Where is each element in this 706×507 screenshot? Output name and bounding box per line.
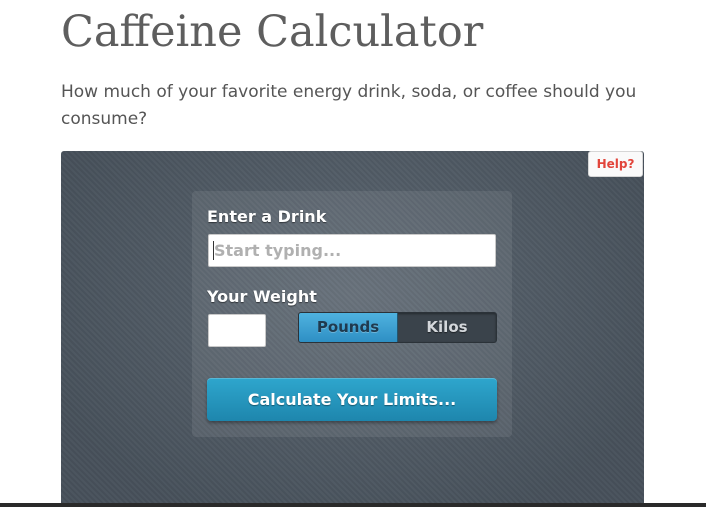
weight-input[interactable] bbox=[208, 314, 266, 347]
unit-option-pounds[interactable]: Pounds bbox=[299, 313, 398, 342]
page-title: Caffeine Calculator bbox=[61, 7, 484, 57]
calculate-button[interactable]: Calculate Your Limits... bbox=[207, 378, 497, 421]
drink-label: Enter a Drink bbox=[207, 207, 327, 226]
unit-option-kilos[interactable]: Kilos bbox=[398, 313, 496, 342]
window-bottom-edge bbox=[0, 503, 706, 507]
text-caret bbox=[213, 241, 214, 260]
intro-text: How much of your favorite energy drink, … bbox=[61, 82, 637, 129]
drink-input[interactable] bbox=[208, 234, 496, 267]
calculator-panel: Help? Enter a Drink Your Weight Pounds K… bbox=[61, 151, 644, 507]
help-button[interactable]: Help? bbox=[588, 151, 643, 177]
calculator-form: Enter a Drink Your Weight Pounds Kilos C… bbox=[192, 191, 512, 437]
weight-label: Your Weight bbox=[207, 287, 317, 306]
unit-toggle: Pounds Kilos bbox=[298, 312, 497, 343]
